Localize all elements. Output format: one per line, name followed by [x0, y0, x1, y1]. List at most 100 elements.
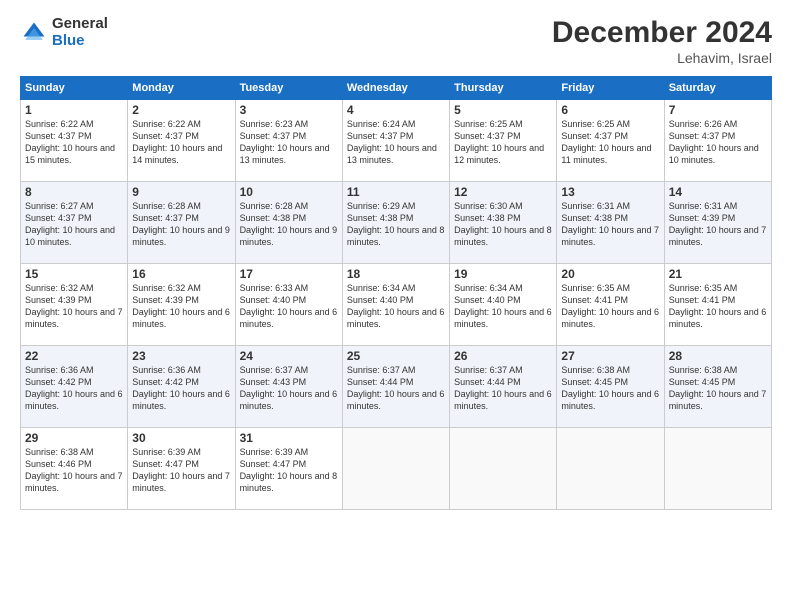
day-number: 15 — [25, 267, 123, 281]
calendar-cell: 20Sunrise: 6:35 AMSunset: 4:41 PMDayligh… — [557, 264, 664, 346]
calendar-cell: 15Sunrise: 6:32 AMSunset: 4:39 PMDayligh… — [21, 264, 128, 346]
location: Lehavim, Israel — [552, 50, 772, 66]
day-info: Sunrise: 6:35 AMSunset: 4:41 PMDaylight:… — [669, 282, 767, 331]
title-block: December 2024 Lehavim, Israel — [552, 16, 772, 66]
calendar-cell — [342, 428, 449, 510]
col-header-tuesday: Tuesday — [235, 77, 342, 100]
col-header-sunday: Sunday — [21, 77, 128, 100]
calendar-cell: 30Sunrise: 6:39 AMSunset: 4:47 PMDayligh… — [128, 428, 235, 510]
calendar-cell: 17Sunrise: 6:33 AMSunset: 4:40 PMDayligh… — [235, 264, 342, 346]
day-info: Sunrise: 6:22 AMSunset: 4:37 PMDaylight:… — [132, 118, 230, 167]
day-info: Sunrise: 6:38 AMSunset: 4:45 PMDaylight:… — [561, 364, 659, 413]
calendar-week-4: 22Sunrise: 6:36 AMSunset: 4:42 PMDayligh… — [21, 346, 772, 428]
day-info: Sunrise: 6:36 AMSunset: 4:42 PMDaylight:… — [132, 364, 230, 413]
day-number: 8 — [25, 185, 123, 199]
day-info: Sunrise: 6:30 AMSunset: 4:38 PMDaylight:… — [454, 200, 552, 249]
day-number: 24 — [240, 349, 338, 363]
day-info: Sunrise: 6:37 AMSunset: 4:44 PMDaylight:… — [347, 364, 445, 413]
day-number: 27 — [561, 349, 659, 363]
calendar-cell: 24Sunrise: 6:37 AMSunset: 4:43 PMDayligh… — [235, 346, 342, 428]
col-header-saturday: Saturday — [664, 77, 771, 100]
calendar-cell — [557, 428, 664, 510]
logo-general: General — [52, 16, 108, 33]
day-info: Sunrise: 6:37 AMSunset: 4:43 PMDaylight:… — [240, 364, 338, 413]
calendar-week-5: 29Sunrise: 6:38 AMSunset: 4:46 PMDayligh… — [21, 428, 772, 510]
day-number: 4 — [347, 103, 445, 117]
day-number: 30 — [132, 431, 230, 445]
day-info: Sunrise: 6:35 AMSunset: 4:41 PMDaylight:… — [561, 282, 659, 331]
calendar-cell — [664, 428, 771, 510]
day-number: 2 — [132, 103, 230, 117]
calendar-week-3: 15Sunrise: 6:32 AMSunset: 4:39 PMDayligh… — [21, 264, 772, 346]
calendar-cell: 29Sunrise: 6:38 AMSunset: 4:46 PMDayligh… — [21, 428, 128, 510]
day-info: Sunrise: 6:38 AMSunset: 4:45 PMDaylight:… — [669, 364, 767, 413]
day-number: 9 — [132, 185, 230, 199]
day-info: Sunrise: 6:29 AMSunset: 4:38 PMDaylight:… — [347, 200, 445, 249]
day-info: Sunrise: 6:34 AMSunset: 4:40 PMDaylight:… — [454, 282, 552, 331]
day-number: 21 — [669, 267, 767, 281]
day-info: Sunrise: 6:36 AMSunset: 4:42 PMDaylight:… — [25, 364, 123, 413]
calendar-cell: 11Sunrise: 6:29 AMSunset: 4:38 PMDayligh… — [342, 182, 449, 264]
page: General Blue December 2024 Lehavim, Isra… — [0, 0, 792, 612]
calendar-cell: 14Sunrise: 6:31 AMSunset: 4:39 PMDayligh… — [664, 182, 771, 264]
calendar-week-1: 1Sunrise: 6:22 AMSunset: 4:37 PMDaylight… — [21, 100, 772, 182]
day-number: 26 — [454, 349, 552, 363]
day-number: 18 — [347, 267, 445, 281]
day-number: 6 — [561, 103, 659, 117]
col-header-friday: Friday — [557, 77, 664, 100]
day-info: Sunrise: 6:33 AMSunset: 4:40 PMDaylight:… — [240, 282, 338, 331]
day-info: Sunrise: 6:28 AMSunset: 4:38 PMDaylight:… — [240, 200, 338, 249]
logo-text: General Blue — [52, 16, 108, 49]
day-info: Sunrise: 6:26 AMSunset: 4:37 PMDaylight:… — [669, 118, 767, 167]
day-number: 7 — [669, 103, 767, 117]
col-header-thursday: Thursday — [450, 77, 557, 100]
calendar-cell: 31Sunrise: 6:39 AMSunset: 4:47 PMDayligh… — [235, 428, 342, 510]
calendar-cell: 18Sunrise: 6:34 AMSunset: 4:40 PMDayligh… — [342, 264, 449, 346]
day-info: Sunrise: 6:23 AMSunset: 4:37 PMDaylight:… — [240, 118, 338, 167]
day-number: 23 — [132, 349, 230, 363]
day-info: Sunrise: 6:39 AMSunset: 4:47 PMDaylight:… — [132, 446, 230, 495]
calendar-cell: 4Sunrise: 6:24 AMSunset: 4:37 PMDaylight… — [342, 100, 449, 182]
calendar-cell: 28Sunrise: 6:38 AMSunset: 4:45 PMDayligh… — [664, 346, 771, 428]
day-info: Sunrise: 6:22 AMSunset: 4:37 PMDaylight:… — [25, 118, 123, 167]
calendar-cell: 26Sunrise: 6:37 AMSunset: 4:44 PMDayligh… — [450, 346, 557, 428]
calendar-cell: 25Sunrise: 6:37 AMSunset: 4:44 PMDayligh… — [342, 346, 449, 428]
day-info: Sunrise: 6:27 AMSunset: 4:37 PMDaylight:… — [25, 200, 123, 249]
day-number: 5 — [454, 103, 552, 117]
day-number: 12 — [454, 185, 552, 199]
header: General Blue December 2024 Lehavim, Isra… — [20, 16, 772, 66]
calendar-cell: 19Sunrise: 6:34 AMSunset: 4:40 PMDayligh… — [450, 264, 557, 346]
day-number: 10 — [240, 185, 338, 199]
day-number: 22 — [25, 349, 123, 363]
logo: General Blue — [20, 16, 108, 49]
day-info: Sunrise: 6:31 AMSunset: 4:38 PMDaylight:… — [561, 200, 659, 249]
day-info: Sunrise: 6:25 AMSunset: 4:37 PMDaylight:… — [454, 118, 552, 167]
calendar-cell: 23Sunrise: 6:36 AMSunset: 4:42 PMDayligh… — [128, 346, 235, 428]
day-info: Sunrise: 6:28 AMSunset: 4:37 PMDaylight:… — [132, 200, 230, 249]
calendar-cell: 9Sunrise: 6:28 AMSunset: 4:37 PMDaylight… — [128, 182, 235, 264]
logo-blue: Blue — [52, 33, 108, 50]
day-number: 31 — [240, 431, 338, 445]
day-info: Sunrise: 6:31 AMSunset: 4:39 PMDaylight:… — [669, 200, 767, 249]
day-info: Sunrise: 6:25 AMSunset: 4:37 PMDaylight:… — [561, 118, 659, 167]
calendar-header-row: SundayMondayTuesdayWednesdayThursdayFrid… — [21, 77, 772, 100]
calendar-cell: 7Sunrise: 6:26 AMSunset: 4:37 PMDaylight… — [664, 100, 771, 182]
day-number: 20 — [561, 267, 659, 281]
month-title: December 2024 — [552, 16, 772, 50]
day-number: 25 — [347, 349, 445, 363]
col-header-wednesday: Wednesday — [342, 77, 449, 100]
day-info: Sunrise: 6:34 AMSunset: 4:40 PMDaylight:… — [347, 282, 445, 331]
calendar-week-2: 8Sunrise: 6:27 AMSunset: 4:37 PMDaylight… — [21, 182, 772, 264]
calendar-cell: 6Sunrise: 6:25 AMSunset: 4:37 PMDaylight… — [557, 100, 664, 182]
day-number: 16 — [132, 267, 230, 281]
day-info: Sunrise: 6:24 AMSunset: 4:37 PMDaylight:… — [347, 118, 445, 167]
day-info: Sunrise: 6:32 AMSunset: 4:39 PMDaylight:… — [25, 282, 123, 331]
calendar-cell: 12Sunrise: 6:30 AMSunset: 4:38 PMDayligh… — [450, 182, 557, 264]
calendar-cell — [450, 428, 557, 510]
day-number: 1 — [25, 103, 123, 117]
day-info: Sunrise: 6:38 AMSunset: 4:46 PMDaylight:… — [25, 446, 123, 495]
logo-icon — [20, 19, 48, 47]
day-number: 11 — [347, 185, 445, 199]
calendar-cell: 13Sunrise: 6:31 AMSunset: 4:38 PMDayligh… — [557, 182, 664, 264]
calendar-cell: 10Sunrise: 6:28 AMSunset: 4:38 PMDayligh… — [235, 182, 342, 264]
